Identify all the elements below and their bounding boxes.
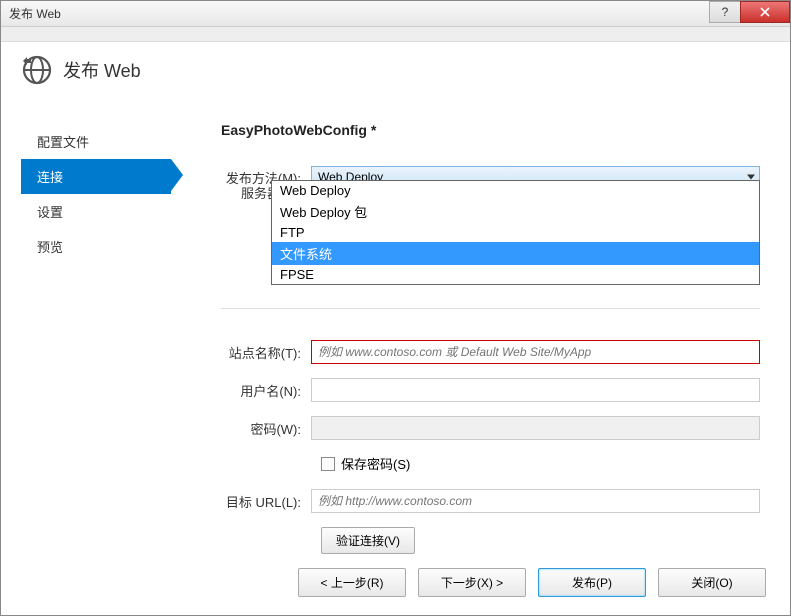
help-button[interactable]: ?: [709, 1, 741, 23]
label-save-password: 保存密码(S): [341, 454, 410, 473]
sidebar-item-profile[interactable]: 配置文件: [21, 124, 171, 159]
row-username: 用户名(N):: [221, 378, 760, 402]
page-title: 发布 Web: [63, 57, 141, 83]
dialog-header: 发布 Web: [1, 42, 790, 94]
close-icon: [760, 7, 770, 17]
row-site-name: 站点名称(T):: [221, 340, 760, 364]
label-site-name: 站点名称(T):: [221, 343, 311, 362]
globe-upload-icon: [21, 54, 53, 86]
dropdown-item-fpse[interactable]: FPSE: [272, 265, 759, 284]
label-username: 用户名(N):: [221, 381, 311, 400]
row-save-password[interactable]: 保存密码(S): [321, 454, 760, 473]
publish-method-dropdown: Web Deploy Web Deploy 包 FTP 文件系统 FPSE: [271, 180, 760, 285]
site-name-input[interactable]: [311, 340, 760, 364]
dropdown-item-file-system[interactable]: 文件系统: [272, 242, 759, 265]
titlebar-buttons: ?: [710, 1, 790, 23]
window-title: 发布 Web: [9, 5, 61, 22]
row-password: 密码(W):: [221, 416, 760, 440]
next-button[interactable]: 下一步(X) >: [418, 568, 526, 597]
verify-connection-button[interactable]: 验证连接(V): [321, 527, 415, 554]
dialog-window: 发布 Web ? 发布 Web 配置文件 连接: [0, 0, 791, 616]
body-area: 配置文件 连接 设置 预览 EasyPhotoWebConfig * 发布方法(…: [1, 94, 790, 554]
content-pane: EasyPhotoWebConfig * 发布方法(M): Web Deploy…: [171, 104, 770, 554]
close-dialog-button[interactable]: 关闭(O): [658, 568, 766, 597]
dropdown-item-web-deploy-package[interactable]: Web Deploy 包: [272, 200, 759, 223]
row-destination-url: 目标 URL(L):: [221, 489, 760, 513]
label-password: 密码(W):: [221, 419, 311, 438]
titlebar: 发布 Web ?: [1, 1, 790, 27]
sidebar-item-preview[interactable]: 预览: [21, 229, 171, 264]
dialog-body: 发布 Web 配置文件 连接 设置 预览 EasyPhotoWebConfig …: [1, 42, 790, 615]
verify-wrap: 验证连接(V): [321, 527, 760, 554]
prev-button[interactable]: < 上一步(R): [298, 568, 406, 597]
divider: [221, 308, 760, 309]
tab-strip: [1, 27, 790, 42]
label-destination-url: 目标 URL(L):: [221, 492, 311, 511]
username-input[interactable]: [311, 378, 760, 402]
config-title: EasyPhotoWebConfig *: [221, 122, 760, 138]
save-password-checkbox[interactable]: [321, 457, 335, 471]
sidebar-item-connection[interactable]: 连接: [21, 159, 171, 194]
footer: < 上一步(R) 下一步(X) > 发布(P) 关闭(O): [1, 554, 790, 615]
sidebar: 配置文件 连接 设置 预览: [21, 104, 171, 554]
dropdown-item-ftp[interactable]: FTP: [272, 223, 759, 242]
chevron-down-icon: [747, 175, 755, 180]
publish-button[interactable]: 发布(P): [538, 568, 646, 597]
close-button[interactable]: [740, 1, 790, 23]
sidebar-item-settings[interactable]: 设置: [21, 194, 171, 229]
destination-url-input[interactable]: [311, 489, 760, 513]
password-input[interactable]: [311, 416, 760, 440]
dropdown-item-web-deploy[interactable]: Web Deploy: [272, 181, 759, 200]
